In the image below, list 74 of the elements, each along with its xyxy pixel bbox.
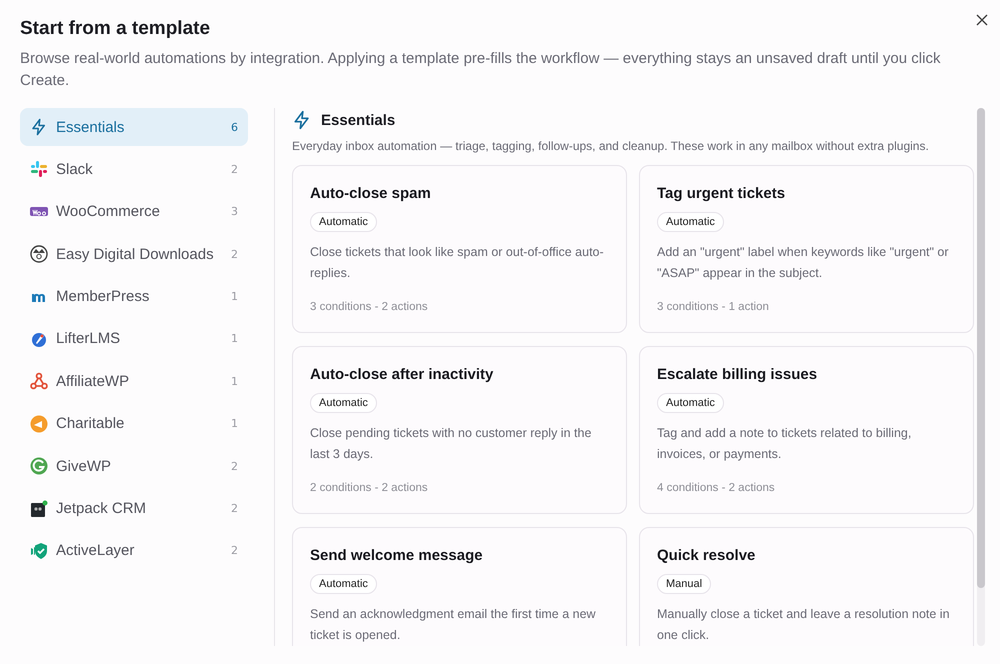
sidebar-item[interactable]: GiveWP 2 bbox=[20, 447, 248, 486]
sidebar-item[interactable]: Easy Digital Downloads 2 bbox=[20, 235, 248, 274]
template-title: Auto-close after inactivity bbox=[310, 366, 494, 383]
template-card[interactable]: Quick resolve Manual Manually close a ticket and leave a resolution note in one click. bbox=[639, 527, 974, 646]
mode-tag: Automatic bbox=[657, 212, 724, 232]
sidebar-item-label: WooCommerce bbox=[56, 203, 161, 220]
item-count: 2 bbox=[231, 544, 238, 558]
template-card[interactable]: Auto-close after inactivity Automatic Close pending tickets with no customer reply in the last 3 days. 2 conditions - 2 actions bbox=[292, 346, 627, 514]
template-card[interactable]: Escalate billing issues Automatic Tag and add a note to tickets related to billing, invoices, or payments. 4 conditions - 2 actions bbox=[639, 346, 974, 514]
template-description: Close tickets that look like spam or out-of-office auto-replies. bbox=[310, 244, 605, 282]
template-title: Send welcome message bbox=[310, 547, 483, 564]
sidebar-item[interactable]: Slack 2 bbox=[20, 150, 248, 188]
item-count: 2 bbox=[231, 162, 238, 176]
item-count: 1 bbox=[231, 417, 238, 430]
item-count: 2 bbox=[231, 460, 238, 473]
template-summary: 2 conditions - 2 actions bbox=[310, 482, 428, 494]
template-title: Escalate billing issues bbox=[657, 366, 818, 383]
sidebar-item[interactable]: MemberPress 1 bbox=[20, 278, 248, 316]
sidebar-item-label: AffiliateWP bbox=[56, 372, 130, 390]
sidebar-item[interactable]: Charitable 1 bbox=[20, 404, 248, 443]
sidebar-item[interactable]: Essentials 6 bbox=[20, 108, 248, 146]
sidebar-item-label: LifterLMS bbox=[56, 330, 122, 348]
template-description: Send an acknowledgment email the first time a new ticket is opened. bbox=[310, 606, 597, 644]
close-icon bbox=[976, 14, 988, 26]
template-card[interactable]: Send welcome message Automatic Send an acknowledgment email the first time a new ticket is opened. bbox=[292, 527, 627, 646]
template-summary: 3 conditions - 2 actions bbox=[310, 301, 428, 313]
section-description: Everyday inbox automation — triage, tagging, follow-ups, and cleanup. These work in any mailbox without extra plugins. bbox=[292, 139, 930, 153]
template-summary: 4 conditions - 2 actions bbox=[657, 482, 775, 494]
template-title: Tag urgent tickets bbox=[657, 185, 786, 202]
lightning-icon bbox=[30, 118, 48, 136]
mode-tag: Automatic bbox=[657, 393, 724, 413]
sidebar-item-label: ActiveLayer bbox=[56, 542, 136, 560]
sidebar-item[interactable]: WooCommerce 3 bbox=[20, 192, 248, 231]
letter-g-icon bbox=[30, 457, 48, 476]
item-count: 3 bbox=[231, 205, 238, 218]
sidebar-item-label: Essentials bbox=[56, 118, 126, 136]
sidebar-item[interactable]: LifterLMS 1 bbox=[20, 320, 248, 358]
template-card[interactable]: Tag urgent tickets Automatic Add an "urgent" label when keywords like "urgent" or "ASAP" appear in the subject. 3 conditions - 1 action bbox=[639, 165, 974, 333]
mode-tag: Automatic bbox=[310, 212, 377, 232]
hash-icon bbox=[30, 160, 48, 178]
section-title: Essentials bbox=[321, 112, 396, 128]
megaphone-circle-icon bbox=[30, 414, 48, 433]
item-count: 6 bbox=[231, 120, 238, 134]
sidebar-item[interactable]: ActiveLayer 2 bbox=[20, 532, 248, 570]
people-square-icon bbox=[30, 500, 48, 518]
template-summary: 3 conditions - 1 action bbox=[657, 301, 769, 313]
template-description: Close pending tickets with no customer reply in the last 3 days. bbox=[310, 425, 592, 463]
template-title: Auto-close spam bbox=[310, 185, 431, 202]
template-description: Tag and add a note to tickets related to billing, invoices, or payments. bbox=[657, 425, 912, 463]
item-count: 1 bbox=[231, 290, 238, 304]
circle-emblem-icon bbox=[30, 245, 48, 264]
mode-tag: Automatic bbox=[310, 574, 377, 594]
shield-check-icon bbox=[30, 542, 48, 560]
mode-tag: Automatic bbox=[310, 393, 377, 413]
item-count: 2 bbox=[231, 502, 238, 516]
template-description: Add an "urgent" label when keywords like "urgent" or "ASAP" appear in the subject. bbox=[657, 244, 950, 282]
template-description: Manually close a ticket and leave a resolution note in one click. bbox=[657, 606, 951, 644]
dialog-title: Start from a template bbox=[20, 18, 210, 40]
template-card[interactable]: Auto-close spam Automatic Close tickets that look like spam or out-of-office auto-replies. 3 conditions - 2 actions bbox=[292, 165, 627, 333]
sidebar-item-label: Jetpack CRM bbox=[56, 500, 148, 518]
dialog-description: Browse real-world automations by integration. Applying a template pre-fills the workflow — everything stays an unsaved draft until you click Create. bbox=[20, 49, 942, 91]
sidebar-item[interactable]: AffiliateWP 1 bbox=[20, 362, 248, 400]
sidebar-item-label: Easy Digital Downloads bbox=[56, 246, 215, 263]
item-count: 2 bbox=[231, 248, 238, 261]
item-count: 1 bbox=[231, 332, 238, 346]
sidebar-item[interactable]: Jetpack CRM 2 bbox=[20, 490, 248, 528]
sidebar-item-label: Slack bbox=[56, 160, 94, 178]
sidebar-item-label: MemberPress bbox=[56, 288, 150, 306]
sidebar-item-label: Charitable bbox=[56, 415, 126, 432]
item-count: 1 bbox=[231, 374, 238, 388]
network-nodes-icon bbox=[30, 372, 48, 390]
template-title: Quick resolve bbox=[657, 547, 756, 564]
mode-tag: Manual bbox=[657, 574, 712, 594]
sidebar-item-label: GiveWP bbox=[56, 458, 112, 475]
